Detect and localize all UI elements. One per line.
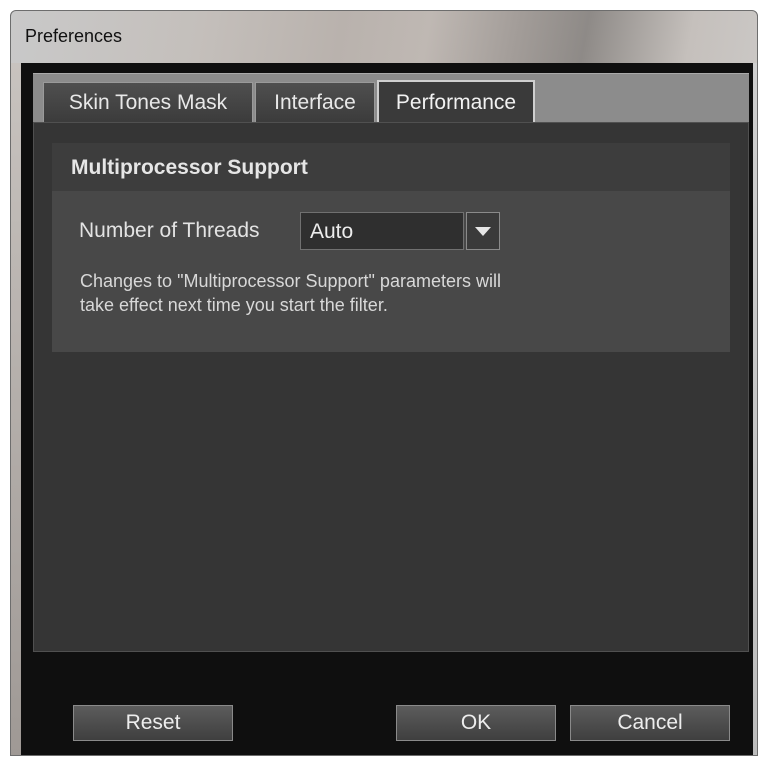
cancel-button-label: Cancel (617, 711, 683, 734)
dropdown-button[interactable] (466, 212, 500, 250)
tab-label: Skin Tones Mask (68, 91, 228, 114)
reset-button[interactable]: Reset (73, 705, 233, 741)
dialog-client-area: Skin Tones Mask Interface Performance Mu… (21, 63, 753, 755)
cancel-button[interactable]: Cancel (570, 705, 730, 741)
multiprocessor-support-section: Multiprocessor Support Number of Threads… (52, 143, 730, 352)
tab-label: Interface (274, 91, 356, 114)
tab-performance[interactable]: Performance (377, 80, 535, 123)
tab-strip: Skin Tones Mask Interface Performance (33, 73, 749, 123)
performance-panel: Multiprocessor Support Number of Threads… (33, 122, 749, 652)
threads-dropdown-value[interactable]: Auto (300, 212, 465, 250)
ok-button-label: OK (460, 711, 492, 734)
note-line: take effect next time you start the filt… (80, 295, 388, 315)
chevron-down-icon (475, 226, 492, 236)
section-title: Multiprocessor Support (52, 143, 730, 191)
title-bar[interactable]: Preferences (11, 11, 757, 63)
window-title: Preferences (25, 26, 123, 46)
tab-interface[interactable]: Interface (255, 82, 375, 123)
button-bar: Reset OK Cancel (21, 663, 753, 755)
threads-label: Number of Threads (79, 219, 260, 242)
preferences-window: Preferences Skin Tones Mask Interface Pe… (10, 10, 758, 756)
note-line: Changes to "Multiprocessor Support" para… (80, 271, 501, 291)
threads-dropdown[interactable]: Auto (300, 212, 500, 250)
tab-skin-tones-mask[interactable]: Skin Tones Mask (43, 82, 253, 123)
reset-button-label: Reset (125, 711, 181, 734)
window-frame-left (11, 63, 21, 755)
restart-note: Changes to "Multiprocessor Support" para… (80, 269, 680, 317)
ok-button[interactable]: OK (396, 705, 556, 741)
tab-label: Performance (395, 90, 517, 114)
